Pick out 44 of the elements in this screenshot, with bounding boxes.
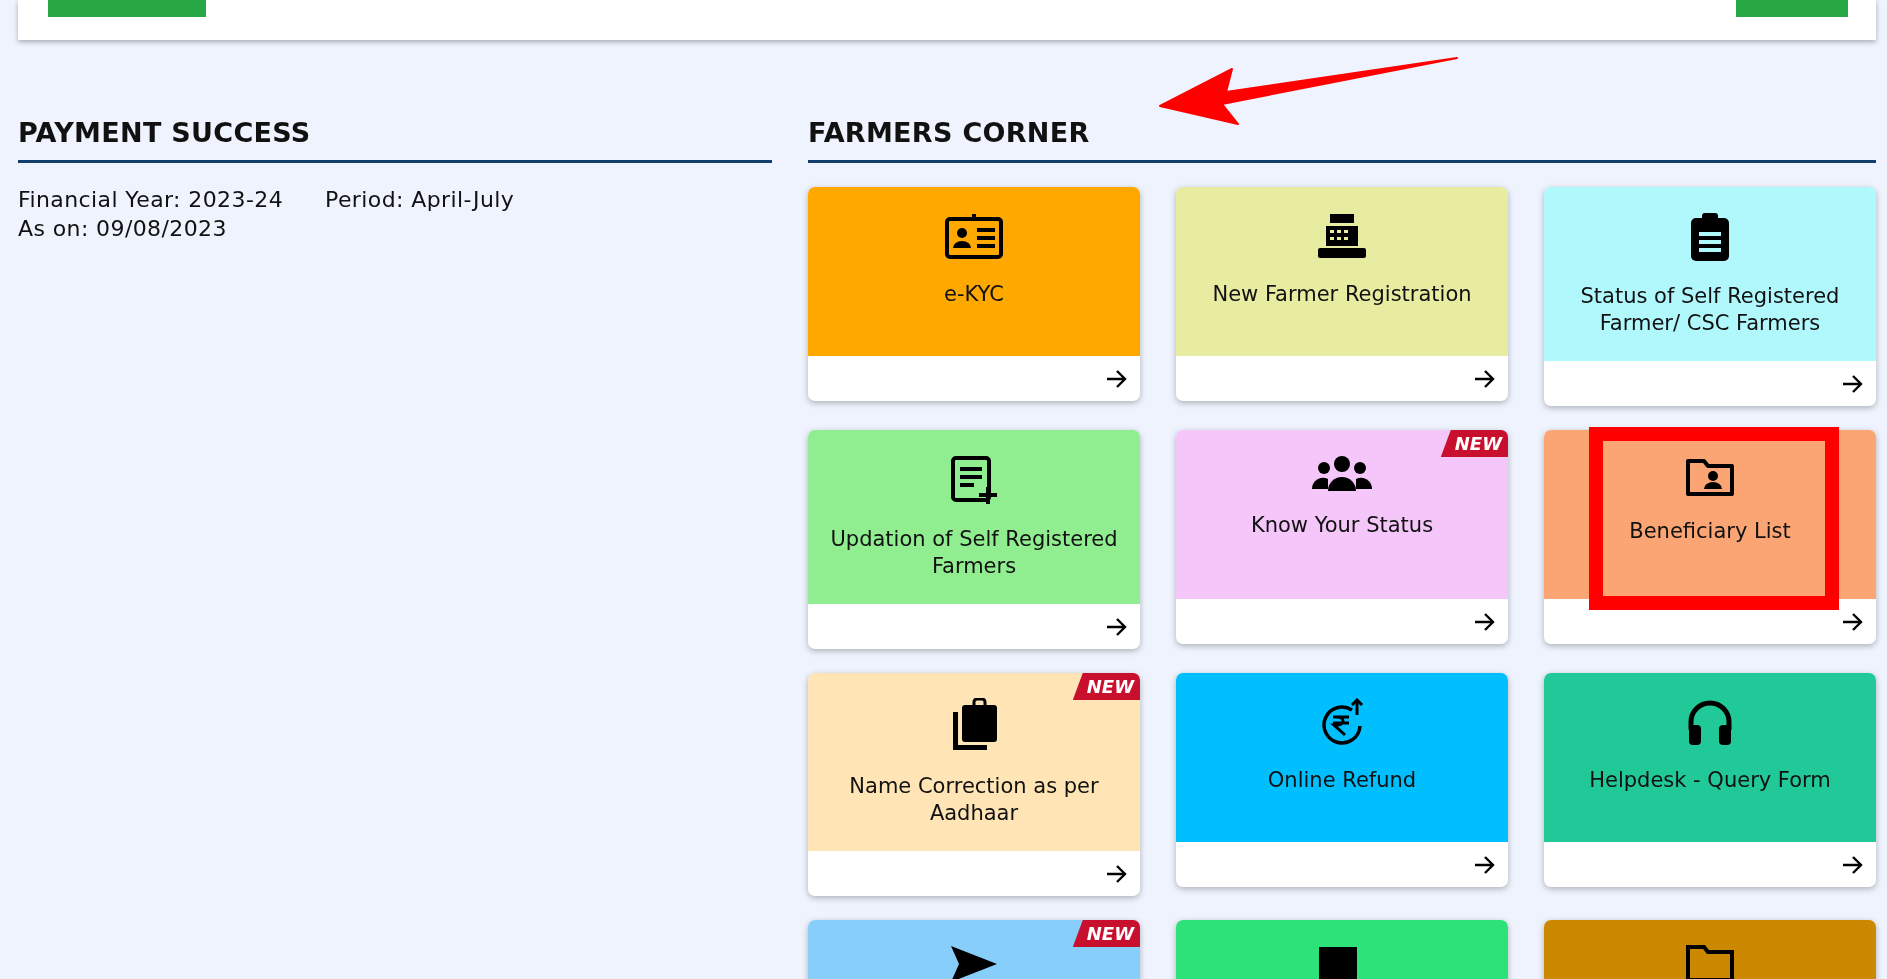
section-heading: PAYMENT SUCCESS xyxy=(18,116,772,163)
card-label: Helpdesk - Query Form xyxy=(1588,767,1832,794)
id-card-icon xyxy=(944,212,1004,260)
financial-year-text: Financial Year: 2023-24 xyxy=(18,186,284,214)
paper-plane-icon xyxy=(950,945,998,979)
arrow-right-icon xyxy=(1842,854,1864,875)
card-header[interactable]: NEW xyxy=(808,920,1140,979)
folder-icon xyxy=(1686,945,1734,979)
card-label: Status of Self Registered Farmer/ CSC Farmers xyxy=(1579,283,1841,337)
section-heading: FARMERS CORNER xyxy=(808,116,1876,163)
card-header[interactable]: e-KYC xyxy=(808,187,1140,356)
card-label: Know Your Status xyxy=(1249,512,1435,539)
arrow-right-icon xyxy=(1842,611,1864,632)
arrow-right-icon xyxy=(1474,368,1496,389)
clipboard-icon xyxy=(1690,212,1730,262)
arrow-right-icon xyxy=(1474,854,1496,875)
card-header[interactable]: Helpdesk - Query Form xyxy=(1544,673,1876,842)
arrow-right-icon xyxy=(1106,863,1128,884)
headphones-icon xyxy=(1686,698,1734,746)
new-badge: NEW xyxy=(1072,673,1140,700)
group-icon xyxy=(1312,455,1372,491)
rupee-refund-icon xyxy=(1320,698,1364,746)
as-on-date-text: As on: 09/08/2023 xyxy=(18,215,228,243)
card-label: Online Refund xyxy=(1266,767,1418,794)
card-header[interactable]: Updation of Self Registered Farmers xyxy=(808,430,1140,604)
card-header[interactable]: Status of Self Registered Farmer/ CSC Farmers xyxy=(1544,187,1876,361)
card-label: Updation of Self Registered Farmers xyxy=(829,526,1119,580)
card-header[interactable]: Name Correction as per Aadhaar NEW xyxy=(808,673,1140,851)
card-label: Beneficiary List xyxy=(1628,518,1792,545)
new-badge: NEW xyxy=(1072,920,1140,947)
new-badge: NEW xyxy=(1440,430,1508,457)
card-header[interactable]: Know Your Status NEW xyxy=(1176,430,1508,599)
period-text: Period: April-July xyxy=(325,186,515,214)
card-label: Name Correction as per Aadhaar xyxy=(848,773,1100,827)
card-label: e-KYC xyxy=(943,281,1005,308)
document-plus-icon xyxy=(950,455,998,505)
card-header[interactable]: Online Refund xyxy=(1176,673,1508,842)
arrow-right-icon xyxy=(1842,373,1864,394)
arrow-right-icon xyxy=(1474,611,1496,632)
arrow-right-icon xyxy=(1106,368,1128,389)
card-label: New Farmer Registration xyxy=(1211,281,1473,308)
card-header[interactable]: New Farmer Registration xyxy=(1176,187,1508,356)
cash-register-icon xyxy=(1316,212,1368,260)
arrow-right-icon xyxy=(1106,616,1128,637)
